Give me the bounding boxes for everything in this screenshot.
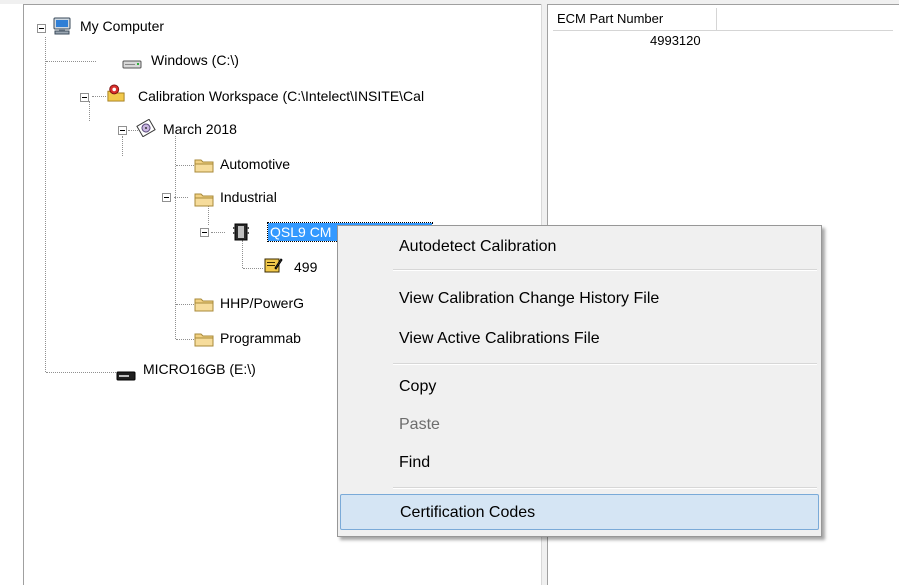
menu-item-label: View Active Calibrations File (399, 330, 600, 347)
calibration-workspace-icon (107, 84, 125, 102)
ecm-module-icon (233, 223, 249, 241)
calibration-file-icon (264, 258, 283, 273)
menu-item-copy[interactable]: Copy (340, 369, 819, 405)
tree-line (174, 197, 188, 198)
drive-icon (122, 60, 142, 69)
tree-line (46, 372, 116, 373)
column-header-ecm-part-number[interactable]: ECM Part Number (553, 8, 717, 30)
tree-node-calibration-file[interactable]: 499 (294, 258, 317, 276)
collapse-toggle-my-computer[interactable] (37, 24, 46, 33)
tree-line (175, 136, 176, 339)
collapse-toggle-march-2018[interactable] (118, 126, 127, 135)
tree-node-micro16gb-drive[interactable]: MICRO16GB (E:\) (143, 360, 256, 378)
tree-node-automotive[interactable]: Automotive (220, 155, 290, 173)
list-header: ECM Part Number (553, 8, 893, 31)
tree-line (176, 165, 194, 166)
list-cell-ecm-part-number[interactable]: 4993120 (650, 32, 701, 50)
tree-node-hhp-powergen[interactable]: HHP/PowerG (220, 294, 304, 312)
removable-drive-icon (116, 371, 136, 381)
menu-item-view-change-history[interactable]: View Calibration Change History File (340, 281, 819, 317)
menu-item-label: Find (399, 454, 431, 471)
menu-separator (393, 487, 817, 489)
computer-icon (53, 17, 71, 35)
tree-line (92, 96, 106, 97)
folder-icon (194, 193, 214, 207)
calendar-disc-icon (136, 119, 156, 137)
menu-item-label: Copy (399, 378, 437, 395)
column-header-blank[interactable] (717, 8, 893, 30)
calibration-explorer-window: My Computer Windows (C:\) Calibration Wo… (0, 0, 899, 585)
menu-item-certification-codes[interactable]: Certification Codes (340, 494, 819, 530)
folder-icon (194, 298, 214, 312)
tree-line (243, 268, 263, 269)
tree-line (176, 339, 194, 340)
menu-item-label: Autodetect Calibration (399, 238, 557, 255)
folder-icon (194, 333, 214, 347)
menu-item-label: Paste (399, 416, 440, 433)
tree-line (45, 37, 46, 372)
tree-node-march-2018[interactable]: March 2018 (163, 120, 237, 138)
context-menu: Autodetect Calibration View Calibration … (337, 225, 822, 537)
tree-line (176, 304, 194, 305)
menu-item-paste[interactable]: Paste (340, 407, 819, 443)
collapse-toggle-calibration-workspace[interactable] (80, 93, 89, 102)
tree-line (242, 240, 243, 268)
tree-node-calibration-workspace[interactable]: Calibration Workspace (C:\Intelect\INSIT… (138, 87, 424, 105)
folder-icon (194, 159, 214, 173)
tree-line (46, 61, 96, 62)
collapse-toggle-qsl9[interactable] (200, 228, 209, 237)
tree-line (208, 205, 209, 225)
tree-line (122, 136, 123, 156)
menu-item-view-active-calibrations[interactable]: View Active Calibrations File (340, 321, 819, 357)
menu-item-label: View Calibration Change History File (399, 290, 660, 307)
menu-item-find[interactable]: Find (340, 445, 819, 481)
menu-item-autodetect-calibration[interactable]: Autodetect Calibration (340, 229, 819, 265)
tree-node-programmable[interactable]: Programmab (220, 329, 301, 347)
tree-line (211, 232, 225, 233)
tree-node-windows-drive[interactable]: Windows (C:\) (151, 51, 239, 69)
tree-node-industrial[interactable]: Industrial (220, 188, 277, 206)
menu-separator (393, 363, 817, 365)
menu-separator (393, 269, 817, 271)
tree-line (89, 101, 90, 121)
collapse-toggle-industrial[interactable] (162, 193, 171, 202)
menu-item-label: Certification Codes (400, 504, 536, 521)
tree-node-my-computer[interactable]: My Computer (80, 17, 164, 35)
